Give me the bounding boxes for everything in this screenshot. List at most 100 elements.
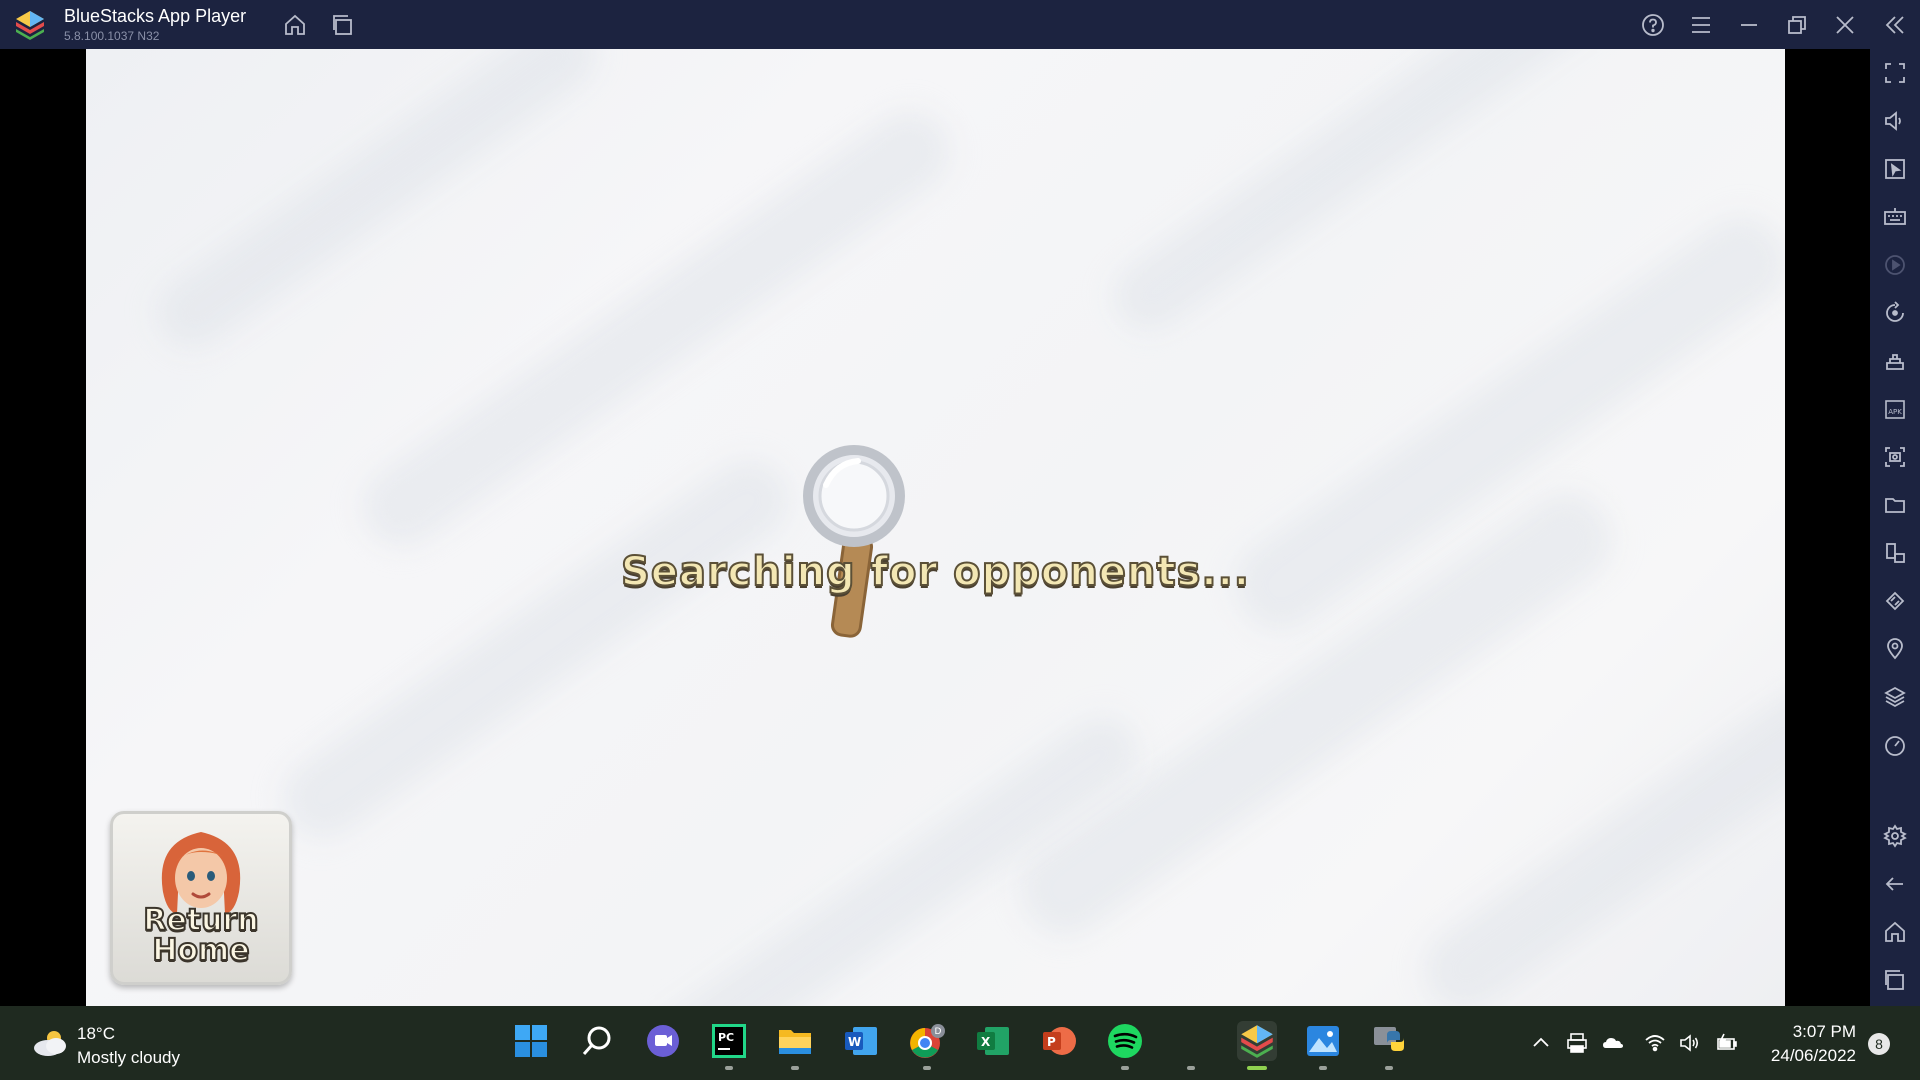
- android-back-button[interactable]: [1882, 871, 1908, 897]
- eco-mode-button[interactable]: [1882, 588, 1908, 614]
- android-recent-apps-button[interactable]: [1882, 967, 1908, 993]
- home-icon: [285, 14, 305, 35]
- close-icon: [1836, 16, 1854, 34]
- eco-mode-icon: [1885, 591, 1905, 611]
- powerpoint-icon: P: [1043, 1027, 1076, 1055]
- taskbar-file-explorer[interactable]: [775, 1021, 815, 1070]
- magnifying-glass-icon: [803, 445, 905, 638]
- rotate-icon: [1886, 301, 1904, 322]
- home-button[interactable]: [280, 10, 310, 40]
- collapse-sidebar-button[interactable]: [1880, 10, 1910, 40]
- chevron-up-icon: [1533, 1037, 1549, 1047]
- fullscreen-button[interactable]: [1882, 60, 1908, 86]
- settings-icon: [1883, 824, 1907, 848]
- recent-apps-icon: [1885, 970, 1904, 990]
- game-viewport[interactable]: Searching for opponents... Return Home: [86, 49, 1785, 1006]
- macro-record-icon: [1885, 255, 1905, 275]
- tray-onedrive[interactable]: [1602, 1032, 1624, 1054]
- speaker-icon: [1680, 1034, 1699, 1052]
- wifi-icon: [1645, 1035, 1665, 1052]
- hamburger-menu-icon: [1692, 17, 1710, 33]
- weather-temperature[interactable]: 18°C: [77, 1024, 115, 1044]
- double-chevron-left-icon: [1885, 16, 1904, 34]
- cloudy-weather-icon: [34, 1031, 66, 1056]
- title-bar: BlueStacks App Player 5.8.100.1037 N32: [0, 0, 1920, 49]
- performance-button[interactable]: [1882, 732, 1908, 758]
- screenshot-button[interactable]: [1882, 444, 1908, 470]
- return-home-label: Return Home: [142, 903, 259, 968]
- searching-status-text: Searching for opponents...: [620, 548, 1250, 596]
- multi-instance-sidebar-button[interactable]: [1882, 540, 1908, 566]
- python-icon: [1374, 1027, 1404, 1051]
- fullscreen-icon: [1885, 63, 1905, 83]
- taskbar-python[interactable]: [1369, 1021, 1409, 1070]
- taskbar-bluestacks[interactable]: [1237, 1021, 1277, 1070]
- menu-button[interactable]: [1686, 10, 1716, 40]
- help-icon: [1642, 14, 1664, 36]
- taskbar-search-button[interactable]: [577, 1021, 617, 1061]
- show-hidden-icons-button[interactable]: [1530, 1032, 1552, 1054]
- taskbar-powerpoint[interactable]: P: [1039, 1021, 1079, 1061]
- taskbar-chrome[interactable]: D: [907, 1021, 947, 1070]
- minimize-icon: [1741, 24, 1757, 26]
- printer-icon: [1567, 1033, 1587, 1053]
- settings-button[interactable]: [1882, 823, 1908, 849]
- bluestacks-logo-icon: [16, 11, 44, 40]
- tray-battery[interactable]: [1716, 1032, 1738, 1054]
- pycharm-icon: PC: [712, 1024, 746, 1058]
- taskbar-teams-chat[interactable]: [643, 1021, 683, 1061]
- tray-volume[interactable]: [1679, 1032, 1701, 1054]
- onedrive-cloud-icon: [1603, 1038, 1623, 1048]
- taskbar-excel[interactable]: X: [973, 1021, 1013, 1061]
- multi-instance-button[interactable]: [328, 10, 358, 40]
- battery-charging-icon: [1717, 1033, 1737, 1050]
- notification-count-badge[interactable]: 8: [1868, 1033, 1890, 1055]
- weather-condition[interactable]: Mostly cloudy: [77, 1048, 180, 1068]
- install-apk-icon: APK: [1885, 400, 1905, 419]
- install-apk-button[interactable]: APK: [1882, 396, 1908, 422]
- taskbar-spotify[interactable]: [1105, 1021, 1145, 1070]
- clock-time[interactable]: 3:07 PM: [1793, 1022, 1856, 1042]
- help-button[interactable]: [1638, 10, 1668, 40]
- close-button[interactable]: [1830, 10, 1860, 40]
- svg-text:W: W: [848, 1035, 861, 1049]
- location-icon: [1887, 638, 1903, 660]
- chrome-profile-letter: D: [935, 1027, 942, 1037]
- tray-wifi[interactable]: [1644, 1032, 1666, 1054]
- rotate-button[interactable]: [1882, 300, 1908, 326]
- svg-text:APK: APK: [1888, 408, 1902, 416]
- taskbar-pycharm[interactable]: PC: [709, 1021, 749, 1070]
- volume-button[interactable]: [1882, 108, 1908, 134]
- layers-button[interactable]: [1882, 684, 1908, 710]
- shake-button[interactable]: [1882, 348, 1908, 374]
- app-version: 5.8.100.1037 N32: [64, 29, 160, 43]
- tray-printer[interactable]: [1566, 1032, 1588, 1054]
- screenshot-icon: [1885, 447, 1905, 467]
- location-button[interactable]: [1882, 636, 1908, 662]
- clock-date[interactable]: 24/06/2022: [1771, 1046, 1856, 1066]
- taskbar-word[interactable]: W: [841, 1021, 881, 1061]
- speed-icon: [1885, 736, 1905, 756]
- pointer-button[interactable]: [1882, 156, 1908, 182]
- volume-icon: [1885, 111, 1901, 131]
- svg-text:P: P: [1047, 1035, 1056, 1049]
- svg-text:X: X: [981, 1035, 991, 1049]
- back-icon: [1885, 877, 1903, 891]
- keyboard-controls-button[interactable]: [1882, 204, 1908, 230]
- start-button[interactable]: [511, 1021, 551, 1061]
- media-folder-button[interactable]: [1882, 492, 1908, 518]
- taskbar-hidden-app[interactable]: [1171, 1021, 1211, 1070]
- layers-icon: [1884, 686, 1906, 708]
- windows-logo-icon: [515, 1025, 547, 1057]
- macro-record-button[interactable]: [1882, 252, 1908, 278]
- restore-button[interactable]: [1782, 10, 1812, 40]
- bluestacks-icon: [1241, 1025, 1273, 1058]
- multi-window-icon: [333, 15, 352, 35]
- android-home-button[interactable]: [1882, 919, 1908, 945]
- return-home-button[interactable]: Return Home: [110, 811, 292, 985]
- right-sidebar: APK: [1870, 49, 1920, 1006]
- chrome-icon: D: [910, 1024, 945, 1058]
- taskbar-photos[interactable]: [1303, 1021, 1343, 1070]
- keyboard-icon: [1884, 208, 1906, 225]
- minimize-button[interactable]: [1734, 10, 1764, 40]
